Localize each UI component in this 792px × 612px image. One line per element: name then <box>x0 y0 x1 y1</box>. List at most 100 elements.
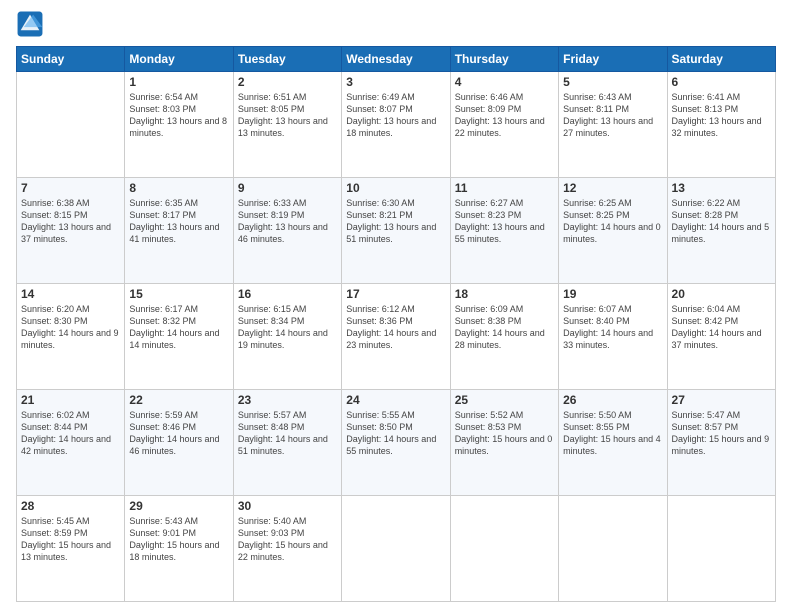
day-number: 10 <box>346 181 445 195</box>
calendar-cell: 7Sunrise: 6:38 AMSunset: 8:15 PMDaylight… <box>17 178 125 284</box>
calendar-cell: 29 Sunrise: 5:43 AMSunset: 9:01 PMDayligh… <box>125 496 233 602</box>
calendar-cell: 4 Sunrise: 6:46 AMSunset: 8:09 PMDaylight… <box>450 72 558 178</box>
calendar-cell: 30 Sunrise: 5:40 AMSunset: 9:03 PMDayligh… <box>233 496 341 602</box>
calendar-cell: 10 Sunrise: 6:30 AMSunset: 8:21 PMDayligh… <box>342 178 450 284</box>
cell-info: Sunrise: 6:25 AMSunset: 8:25 PMDaylight:… <box>563 197 662 246</box>
day-number: 22 <box>129 393 228 407</box>
cell-info: Sunrise: 6:20 AMSunset: 8:30 PMDaylight:… <box>21 303 120 352</box>
calendar-cell: 23 Sunrise: 5:57 AMSunset: 8:48 PMDayligh… <box>233 390 341 496</box>
calendar-cell: 6Sunrise: 6:41 AMSunset: 8:13 PMDaylight… <box>667 72 775 178</box>
calendar-cell: 13Sunrise: 6:22 AMSunset: 8:28 PMDayligh… <box>667 178 775 284</box>
cell-info: Sunrise: 6:35 AMSunset: 8:17 PMDaylight:… <box>129 197 228 246</box>
day-number: 14 <box>21 287 120 301</box>
weekday-header-wednesday: Wednesday <box>342 47 450 72</box>
cell-info: Sunrise: 5:59 AMSunset: 8:46 PMDaylight:… <box>129 409 228 458</box>
logo-icon <box>16 10 44 38</box>
calendar-cell <box>559 496 667 602</box>
cell-info: Sunrise: 6:12 AMSunset: 8:36 PMDaylight:… <box>346 303 445 352</box>
calendar-cell: 17 Sunrise: 6:12 AMSunset: 8:36 PMDayligh… <box>342 284 450 390</box>
calendar-cell: 8 Sunrise: 6:35 AMSunset: 8:17 PMDaylight… <box>125 178 233 284</box>
calendar-cell: 21 Sunrise: 6:02 AMSunset: 8:44 PMDayligh… <box>17 390 125 496</box>
calendar-cell: 15 Sunrise: 6:17 AMSunset: 8:32 PMDayligh… <box>125 284 233 390</box>
weekday-header-monday: Monday <box>125 47 233 72</box>
calendar-cell: 19 Sunrise: 6:07 AMSunset: 8:40 PMDayligh… <box>559 284 667 390</box>
cell-info: Sunrise: 6:46 AMSunset: 8:09 PMDaylight:… <box>455 91 554 140</box>
cell-info: Sunrise: 5:52 AMSunset: 8:53 PMDaylight:… <box>455 409 554 458</box>
day-number: 24 <box>346 393 445 407</box>
cell-info: Sunrise: 5:47 AMSunset: 8:57 PMDaylight:… <box>672 409 771 458</box>
day-number: 29 <box>129 499 228 513</box>
cell-info: Sunrise: 6:04 AMSunset: 8:42 PMDaylight:… <box>672 303 771 352</box>
calendar-cell: 22 Sunrise: 5:59 AMSunset: 8:46 PMDayligh… <box>125 390 233 496</box>
calendar-cell: 20 Sunrise: 6:04 AMSunset: 8:42 PMDayligh… <box>667 284 775 390</box>
calendar-cell: 14 Sunrise: 6:20 AMSunset: 8:30 PMDayligh… <box>17 284 125 390</box>
calendar-cell: 26Sunrise: 5:50 AMSunset: 8:55 PMDayligh… <box>559 390 667 496</box>
cell-info: Sunrise: 6:02 AMSunset: 8:44 PMDaylight:… <box>21 409 120 458</box>
cell-info: Sunrise: 5:43 AMSunset: 9:01 PMDaylight:… <box>129 515 228 564</box>
cell-info: Sunrise: 6:54 AMSunset: 8:03 PMDaylight:… <box>129 91 228 140</box>
calendar-cell: 28 Sunrise: 5:45 AMSunset: 8:59 PMDayligh… <box>17 496 125 602</box>
calendar-cell: 16Sunrise: 6:15 AMSunset: 8:34 PMDayligh… <box>233 284 341 390</box>
weekday-header-sunday: Sunday <box>17 47 125 72</box>
calendar-cell <box>17 72 125 178</box>
calendar-cell: 1Sunrise: 6:54 AMSunset: 8:03 PMDaylight… <box>125 72 233 178</box>
cell-info: Sunrise: 6:07 AMSunset: 8:40 PMDaylight:… <box>563 303 662 352</box>
calendar-cell: 27 Sunrise: 5:47 AMSunset: 8:57 PMDayligh… <box>667 390 775 496</box>
calendar-cell <box>667 496 775 602</box>
day-number: 13 <box>672 181 771 195</box>
cell-info: Sunrise: 5:57 AMSunset: 8:48 PMDaylight:… <box>238 409 337 458</box>
day-number: 8 <box>129 181 228 195</box>
day-number: 2 <box>238 75 337 89</box>
day-number: 30 <box>238 499 337 513</box>
day-number: 28 <box>21 499 120 513</box>
day-number: 25 <box>455 393 554 407</box>
day-number: 21 <box>21 393 120 407</box>
cell-info: Sunrise: 6:27 AMSunset: 8:23 PMDaylight:… <box>455 197 554 246</box>
calendar-cell: 24 Sunrise: 5:55 AMSunset: 8:50 PMDayligh… <box>342 390 450 496</box>
cell-info: Sunrise: 6:38 AMSunset: 8:15 PMDaylight:… <box>21 197 120 246</box>
cell-info: Sunrise: 6:43 AMSunset: 8:11 PMDaylight:… <box>563 91 662 140</box>
week-row-4: 21 Sunrise: 6:02 AMSunset: 8:44 PMDayligh… <box>17 390 776 496</box>
day-number: 18 <box>455 287 554 301</box>
calendar-cell: 18 Sunrise: 6:09 AMSunset: 8:38 PMDayligh… <box>450 284 558 390</box>
week-row-3: 14 Sunrise: 6:20 AMSunset: 8:30 PMDayligh… <box>17 284 776 390</box>
cell-info: Sunrise: 6:30 AMSunset: 8:21 PMDaylight:… <box>346 197 445 246</box>
day-number: 23 <box>238 393 337 407</box>
cell-info: Sunrise: 6:51 AMSunset: 8:05 PMDaylight:… <box>238 91 337 140</box>
cell-info: Sunrise: 6:09 AMSunset: 8:38 PMDaylight:… <box>455 303 554 352</box>
weekday-header-tuesday: Tuesday <box>233 47 341 72</box>
cell-info: Sunrise: 5:45 AMSunset: 8:59 PMDaylight:… <box>21 515 120 564</box>
cell-info: Sunrise: 6:15 AMSunset: 8:34 PMDaylight:… <box>238 303 337 352</box>
header <box>16 10 776 38</box>
day-number: 3 <box>346 75 445 89</box>
calendar-table: SundayMondayTuesdayWednesdayThursdayFrid… <box>16 46 776 602</box>
day-number: 12 <box>563 181 662 195</box>
calendar-cell: 9 Sunrise: 6:33 AMSunset: 8:19 PMDaylight… <box>233 178 341 284</box>
weekday-header-row: SundayMondayTuesdayWednesdayThursdayFrid… <box>17 47 776 72</box>
cell-info: Sunrise: 5:55 AMSunset: 8:50 PMDaylight:… <box>346 409 445 458</box>
cell-info: Sunrise: 6:17 AMSunset: 8:32 PMDaylight:… <box>129 303 228 352</box>
weekday-header-friday: Friday <box>559 47 667 72</box>
cell-info: Sunrise: 6:33 AMSunset: 8:19 PMDaylight:… <box>238 197 337 246</box>
calendar-cell <box>342 496 450 602</box>
day-number: 19 <box>563 287 662 301</box>
weekday-header-thursday: Thursday <box>450 47 558 72</box>
day-number: 27 <box>672 393 771 407</box>
logo <box>16 10 48 38</box>
calendar-cell: 5Sunrise: 6:43 AMSunset: 8:11 PMDaylight… <box>559 72 667 178</box>
cell-info: Sunrise: 5:40 AMSunset: 9:03 PMDaylight:… <box>238 515 337 564</box>
day-number: 15 <box>129 287 228 301</box>
week-row-1: 1Sunrise: 6:54 AMSunset: 8:03 PMDaylight… <box>17 72 776 178</box>
day-number: 11 <box>455 181 554 195</box>
day-number: 17 <box>346 287 445 301</box>
cell-info: Sunrise: 6:41 AMSunset: 8:13 PMDaylight:… <box>672 91 771 140</box>
page: SundayMondayTuesdayWednesdayThursdayFrid… <box>0 0 792 612</box>
weekday-header-saturday: Saturday <box>667 47 775 72</box>
calendar-cell: 25 Sunrise: 5:52 AMSunset: 8:53 PMDayligh… <box>450 390 558 496</box>
calendar-cell: 3Sunrise: 6:49 AMSunset: 8:07 PMDaylight… <box>342 72 450 178</box>
calendar-cell: 12 Sunrise: 6:25 AMSunset: 8:25 PMDayligh… <box>559 178 667 284</box>
day-number: 20 <box>672 287 771 301</box>
day-number: 9 <box>238 181 337 195</box>
day-number: 4 <box>455 75 554 89</box>
day-number: 26 <box>563 393 662 407</box>
